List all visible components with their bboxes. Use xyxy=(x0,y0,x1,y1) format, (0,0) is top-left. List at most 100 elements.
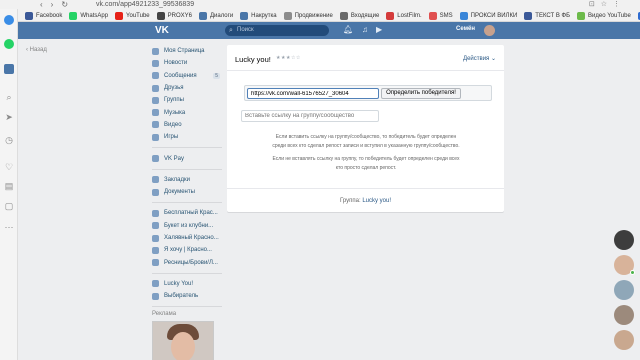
whatsapp-icon[interactable] xyxy=(4,39,14,49)
app-card: Lucky you! ★★★☆☆ Действия ⌄ Определить п… xyxy=(227,45,504,212)
bookmark-item[interactable]: LostFilm. xyxy=(386,9,422,21)
history-icon[interactable]: ◷ xyxy=(4,135,14,145)
sidebar-item-label: Я хочу | Красно... xyxy=(164,247,212,254)
divider xyxy=(152,272,222,274)
bookmark-favicon-icon xyxy=(198,11,207,20)
bookmark-item[interactable]: Видео YouTube xyxy=(577,9,631,21)
app-title: Lucky you! xyxy=(235,55,271,64)
info-line: кто просто сделал репост. xyxy=(335,165,397,171)
sidebar-item-label: Lucky You! xyxy=(164,280,194,287)
sidebar-item-label: Закладки xyxy=(164,176,190,183)
info-line: Если не вставлять ссылку на группу, то п… xyxy=(272,156,460,162)
bookmark-label: Накрутка xyxy=(251,12,277,19)
vk-icon[interactable] xyxy=(4,64,14,74)
sidebar-item-label: Бесплатный Крас... xyxy=(164,210,218,217)
sidebar-item-vkpay[interactable]: VK Pay xyxy=(152,152,222,164)
bookmark-favicon-icon xyxy=(524,11,533,20)
more-icon[interactable]: ⋯ xyxy=(4,222,14,232)
play-icon[interactable]: ▶ xyxy=(376,25,382,34)
sidebar-item[interactable]: Выбиратель xyxy=(152,290,222,302)
box-icon[interactable]: ▢ xyxy=(4,201,14,211)
back-link[interactable]: ‹ Назад xyxy=(26,47,47,53)
send-icon[interactable]: ➤ xyxy=(4,112,14,122)
sidebar-item[interactable]: Сообщения 5 xyxy=(152,70,222,82)
avatar[interactable] xyxy=(614,230,634,250)
sidebar-item[interactable]: Я хочу | Красно... xyxy=(152,244,222,256)
sidebar-item[interactable]: Моя Страница xyxy=(152,45,222,57)
bookmark-item[interactable]: PROXY6 xyxy=(156,9,192,21)
sidebar-item[interactable]: Букет из клубни... xyxy=(152,220,222,232)
sidebar-item[interactable]: Бесплатный Крас... xyxy=(152,207,222,219)
menu-item-icon xyxy=(152,280,159,288)
bookmark-item[interactable]: ТЕКСТ В ФБ xyxy=(524,9,571,21)
post-url-input[interactable] xyxy=(247,88,379,99)
browser-url[interactable]: vk.com/app4921233_99536839 xyxy=(96,0,194,9)
menu-item-icon xyxy=(152,59,159,67)
sidebar-item-label: Халявный Красно... xyxy=(164,235,219,241)
sidebar-item[interactable]: Халявный Красно... xyxy=(152,232,222,244)
search-placeholder: Поиск xyxy=(237,27,254,33)
avatar[interactable] xyxy=(614,255,635,275)
sidebar-item-label: Ресницы/Брови/Л... xyxy=(164,259,218,266)
avatar[interactable] xyxy=(614,305,634,325)
ad-image[interactable] xyxy=(152,321,214,360)
sidebar-item[interactable]: Игры xyxy=(152,131,222,143)
news-icon[interactable]: ▤ xyxy=(4,181,14,191)
browser-nav-icons[interactable]: ‹›↻ xyxy=(40,0,76,9)
bookmark-item[interactable]: WhatsApp xyxy=(69,9,108,21)
actions-dropdown[interactable]: Действия ⌄ xyxy=(463,55,496,62)
bookmark-item[interactable]: YouTube xyxy=(115,9,150,21)
unread-count-badge: 5 xyxy=(213,72,220,79)
bookmark-favicon-icon xyxy=(69,11,78,20)
sidebar-item[interactable]: Видео xyxy=(152,119,222,131)
bookmark-favicon-icon xyxy=(283,11,292,20)
search-input[interactable]: ⌕ Поиск xyxy=(225,25,329,36)
bookmark-item[interactable]: Накрутка xyxy=(240,9,277,21)
app-footer: Группа: Lucky you! xyxy=(227,188,504,212)
sidebar-item[interactable]: Музыка xyxy=(152,106,222,118)
avatar[interactable] xyxy=(484,25,495,36)
bookmark-item[interactable]: ПРОКСИ ВИЛКИ xyxy=(459,9,518,21)
menu-item-icon xyxy=(152,246,159,254)
user-name[interactable]: Семён xyxy=(456,26,475,32)
vk-logo[interactable]: VK xyxy=(155,25,169,36)
bookmark-label: ТЕКСТ В ФБ xyxy=(535,12,571,19)
sidebar-item[interactable]: Документы xyxy=(152,186,222,198)
bookmark-label: ПРОКСИ ВИЛКИ xyxy=(470,12,518,19)
bookmark-item[interactable]: Facebook xyxy=(25,9,62,21)
heart-icon[interactable]: ♡ xyxy=(4,162,14,172)
menu-item-icon xyxy=(152,72,159,80)
bookmark-item[interactable]: SMS xyxy=(428,9,453,21)
menu-item-icon xyxy=(152,133,159,141)
group-link-input[interactable] xyxy=(241,110,379,122)
avatar[interactable] xyxy=(614,330,634,350)
browser-toolbar-icons[interactable]: ⊡☆⋮ xyxy=(589,0,626,9)
determine-winner-button[interactable]: Определить победителя! xyxy=(381,88,461,99)
sidebar-item-label: Группы xyxy=(164,97,184,104)
bookmark-label: Продвижение xyxy=(294,12,333,19)
sidebar-item[interactable]: Закладки xyxy=(152,174,222,186)
sidebar-item[interactable]: Друзья xyxy=(152,82,222,94)
sidebar-item-label: Музыка xyxy=(164,109,186,116)
sidebar-item[interactable]: Lucky You! xyxy=(152,278,222,290)
sidebar-item[interactable]: Новости xyxy=(152,57,222,69)
sidebar-item[interactable]: Ресницы/Брови/Л... xyxy=(152,256,222,268)
menu-item-icon xyxy=(152,292,159,300)
bookmark-item[interactable]: Диалоги xyxy=(198,9,233,21)
bookmark-favicon-icon xyxy=(459,11,468,20)
bookmark-label: Входящие xyxy=(350,12,380,19)
bell-icon[interactable]: 🔔︎ xyxy=(343,25,353,34)
search-icon[interactable]: ⌕ xyxy=(4,92,14,102)
sidebar-item-label: Выбиратель xyxy=(164,293,199,300)
music-icon[interactable]: ♫ xyxy=(362,25,368,34)
bookmark-favicon-icon xyxy=(156,11,165,20)
footer-group-link[interactable]: Lucky you! xyxy=(362,198,391,204)
menu-item-icon xyxy=(152,176,159,184)
bookmark-item[interactable]: Входящие xyxy=(339,9,380,21)
app-header: Lucky you! ★★★☆☆ Действия ⌄ xyxy=(227,45,504,71)
avatar[interactable] xyxy=(614,280,634,300)
messenger-icon[interactable] xyxy=(4,15,14,25)
bookmark-label: SMS xyxy=(439,12,453,19)
sidebar-item[interactable]: Группы xyxy=(152,94,222,106)
bookmark-item[interactable]: Продвижение xyxy=(283,9,333,21)
